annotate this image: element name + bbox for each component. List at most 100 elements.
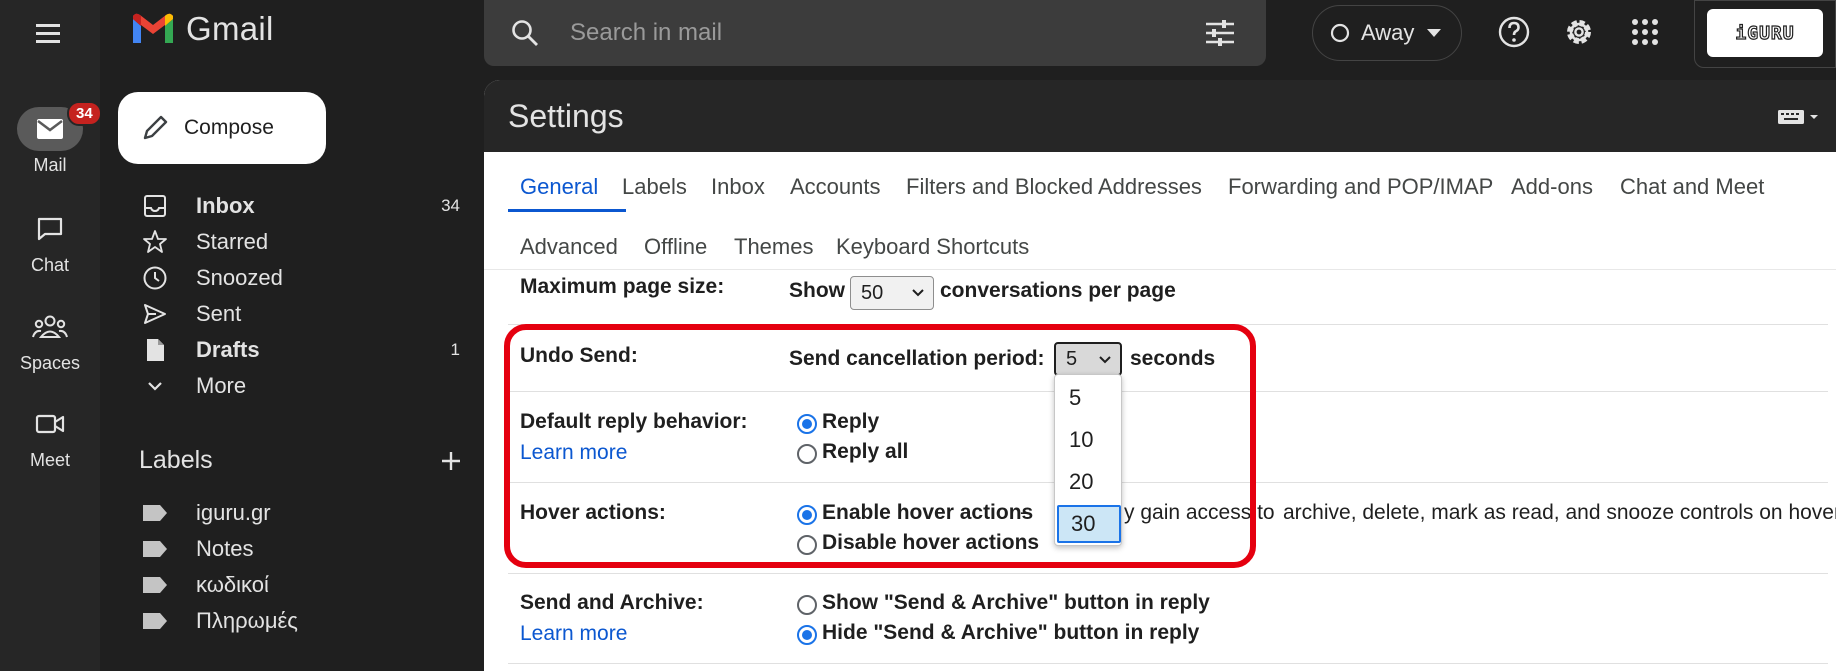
inbox-icon [144, 195, 166, 217]
tab-forwarding[interactable]: Forwarding and POP/IMAP [1228, 174, 1493, 200]
side-navigation: Gmail Compose Inbox 34 Starred Snoozed S… [100, 0, 484, 671]
tab-offline[interactable]: Offline [644, 234, 707, 260]
label-item[interactable]: iguru.gr [140, 496, 476, 530]
rail-item-mail[interactable]: 34 Mail [0, 101, 102, 176]
send-archive-learn-more-link[interactable]: Learn more [520, 622, 627, 646]
rail-item-meet[interactable]: Meet [0, 402, 100, 471]
nav-item-sent[interactable]: Sent [140, 297, 476, 331]
nav-label-snoozed: Snoozed [196, 265, 283, 290]
reply-all-radio[interactable] [797, 444, 817, 464]
search-bar [484, 0, 1266, 66]
label-item[interactable]: κωδικοί [140, 568, 476, 602]
settings-gear-icon[interactable] [1561, 14, 1597, 50]
reply-behavior-label: Default reply behavior: [520, 410, 748, 433]
rail-item-spaces[interactable]: Spaces [0, 305, 100, 374]
chevron-down-icon [148, 382, 162, 391]
rail-label-spaces: Spaces [19, 353, 81, 373]
label-name: κωδικοί [196, 572, 269, 597]
reply-learn-more-link[interactable]: Learn more [520, 441, 627, 465]
tab-labels[interactable]: Labels [622, 174, 687, 200]
undo-send-option[interactable]: 10 [1057, 421, 1121, 459]
enable-hover-label: Enable hover actions [822, 501, 1034, 524]
page-size-value: 50 [861, 281, 884, 304]
help-icon[interactable] [1496, 14, 1532, 50]
search-icon[interactable] [510, 18, 540, 48]
undo-send-options-list: 5 10 20 30 [1054, 374, 1122, 546]
input-tools-keyboard-icon[interactable] [1776, 108, 1820, 126]
nav-label-drafts: Drafts [196, 337, 260, 362]
brand-name: Gmail [186, 10, 274, 47]
reply-radio[interactable] [797, 414, 817, 434]
undo-send-label: Undo Send: [520, 344, 638, 367]
create-label-button[interactable] [436, 446, 466, 476]
show-send-archive-label: Show "Send & Archive" button in reply [822, 591, 1210, 614]
tab-chat-meet[interactable]: Chat and Meet [1620, 174, 1764, 200]
compose-label: Compose [184, 116, 274, 139]
enable-hover-radio[interactable] [797, 505, 817, 525]
compose-button[interactable]: Compose [118, 92, 326, 164]
nav-item-inbox[interactable]: Inbox 34 [140, 189, 476, 223]
account-logo-text: iGURU [1735, 22, 1795, 44]
tab-filters[interactable]: Filters and Blocked Addresses [906, 174, 1202, 200]
drafts-count: 1 [450, 340, 460, 359]
inbox-count: 34 [441, 196, 460, 215]
undo-send-option[interactable]: 20 [1057, 463, 1121, 501]
nav-item-snoozed[interactable]: Snoozed [140, 261, 476, 295]
undo-send-option[interactable]: 5 [1057, 379, 1121, 417]
undo-send-select[interactable]: 5 [1054, 342, 1122, 376]
search-options-icon[interactable] [1204, 18, 1236, 48]
tab-accounts[interactable]: Accounts [790, 174, 881, 200]
tab-general[interactable]: General [520, 174, 598, 200]
send-icon [144, 304, 166, 324]
undo-send-option-highlighted[interactable]: 30 [1057, 505, 1121, 543]
tab-keyboard-shortcuts[interactable]: Keyboard Shortcuts [836, 234, 1029, 260]
tab-inbox[interactable]: Inbox [711, 174, 765, 200]
hide-send-archive-radio[interactable] [797, 625, 817, 645]
enable-hover-description-end: archive, delete, mark as read, and snooz… [1283, 501, 1836, 524]
main-menu-button[interactable] [28, 16, 68, 50]
label-name: iguru.gr [196, 500, 271, 525]
tab-themes[interactable]: Themes [734, 234, 813, 260]
rail-label-mail: Mail [33, 155, 67, 175]
apps-grid-icon[interactable] [1627, 14, 1663, 50]
labels-heading: Labels [139, 446, 213, 474]
hover-actions-label: Hover actions: [520, 501, 666, 524]
page-size-label: Maximum page size: [520, 275, 725, 298]
mail-icon [37, 119, 63, 139]
label-tag-icon [143, 613, 167, 629]
active-tab-indicator [508, 209, 626, 212]
label-tag-icon [143, 577, 167, 593]
rail-item-chat[interactable]: Chat [0, 207, 100, 276]
nav-item-drafts[interactable]: Drafts 1 [140, 333, 476, 367]
nav-label-starred: Starred [196, 229, 269, 254]
chevron-down-icon [912, 289, 924, 297]
status-selector[interactable]: Away [1312, 5, 1462, 61]
video-camera-icon [35, 414, 65, 434]
reply-all-option-label: Reply all [822, 440, 909, 463]
label-name: Πληρωμές [196, 608, 298, 633]
label-item[interactable]: Πληρωμές [140, 604, 476, 638]
tab-advanced[interactable]: Advanced [520, 234, 618, 260]
nav-item-more[interactable]: More [140, 369, 476, 403]
nav-item-starred[interactable]: Starred [140, 225, 476, 259]
clock-icon [143, 266, 167, 290]
row-divider [508, 573, 1828, 574]
rail-label-meet: Meet [29, 450, 71, 470]
search-input[interactable] [568, 14, 1168, 52]
away-status-icon [1330, 23, 1350, 43]
hide-send-archive-label: Hide "Send & Archive" button in reply [822, 621, 1200, 644]
show-send-archive-radio[interactable] [797, 595, 817, 615]
gmail-logo[interactable]: Gmail [130, 10, 274, 48]
enable-hover-description-start: - [1020, 501, 1027, 524]
rail-label-chat: Chat [30, 255, 70, 275]
spaces-icon [32, 315, 68, 338]
label-item[interactable]: Notes [140, 532, 476, 566]
star-icon [143, 230, 167, 253]
settings-tabs: General Labels Inbox Accounts Filters an… [484, 152, 1836, 270]
mail-unread-badge: 34 [67, 101, 102, 126]
disable-hover-radio[interactable] [797, 535, 817, 555]
account-avatar-button[interactable]: iGURU [1694, 0, 1836, 68]
page-size-select[interactable]: 50 [850, 276, 934, 310]
settings-panel: Settings General Labels Inbox Accounts F… [484, 80, 1836, 671]
tab-addons[interactable]: Add-ons [1511, 174, 1593, 200]
